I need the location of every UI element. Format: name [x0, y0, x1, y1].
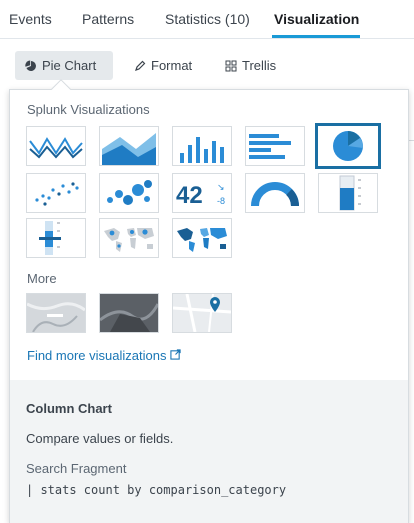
radial-gauge-icon [251, 182, 299, 207]
pie-chart-option[interactable] [315, 123, 381, 169]
filler-gauge-option[interactable] [318, 173, 378, 213]
format-button[interactable]: Format [124, 51, 202, 80]
pie-chart-icon [333, 131, 364, 161]
pie-chart-icon [25, 60, 37, 72]
radial-gauge-option[interactable] [245, 173, 305, 213]
splunk-visualizations-heading: Splunk Visualizations [27, 102, 150, 117]
cluster-map-icon [104, 228, 154, 252]
grid-icon [225, 60, 237, 72]
visualization-picker: Splunk Visualizations 42 ↘ -8 More Find … [9, 89, 409, 523]
format-button-label: Format [151, 58, 193, 73]
filler-gauge-icon [339, 175, 361, 211]
column-chart-icon [180, 137, 224, 163]
single-value-number: 42 [176, 182, 203, 209]
tab-patterns[interactable]: Patterns [82, 11, 134, 27]
scatter-chart-icon [35, 182, 79, 206]
external-link-icon [170, 348, 182, 363]
bar-chart-option[interactable] [245, 126, 305, 166]
line-chart-icon [29, 137, 83, 159]
location-map-icon [173, 294, 231, 332]
custom-viz-2-icon [100, 294, 158, 332]
bubble-chart-option[interactable] [99, 173, 159, 213]
trellis-button-label: Trellis [242, 58, 277, 73]
area-chart-option[interactable] [99, 126, 159, 166]
column-chart-option[interactable] [172, 126, 232, 166]
marker-gauge-option[interactable] [26, 218, 86, 258]
custom-viz-1-option[interactable] [26, 293, 86, 333]
pencil-icon [134, 60, 146, 72]
tab-statistics[interactable]: Statistics (10) [165, 11, 250, 27]
area-chart-icon [102, 133, 156, 165]
search-fragment: | stats count by comparison_category [26, 483, 287, 497]
custom-viz-1-icon [27, 294, 85, 332]
description-text: Compare values or fields. [26, 431, 174, 446]
description-title: Column Chart [26, 401, 112, 416]
divider [409, 140, 414, 141]
single-value-option[interactable]: 42 ↘ -8 [172, 173, 232, 213]
bubble-chart-icon [107, 180, 152, 205]
active-tab-indicator [272, 35, 360, 38]
marker-gauge-icon [39, 221, 61, 255]
cluster-map-option[interactable] [99, 218, 159, 258]
bar-chart-icon [249, 134, 291, 159]
find-more-label: Find more visualizations [27, 348, 167, 363]
custom-viz-2-option[interactable] [99, 293, 159, 333]
choropleth-map-icon [177, 228, 227, 252]
arrow-icon: ↘ [217, 182, 225, 192]
location-map-option[interactable] [172, 293, 232, 333]
search-fragment-label: Search Fragment [26, 461, 127, 476]
tab-bar: Events Patterns Statistics (10) Visualiz… [0, 0, 414, 39]
more-heading: More [27, 271, 57, 286]
choropleth-map-option[interactable] [172, 218, 232, 258]
single-value-delta: -8 [217, 196, 225, 206]
trellis-button[interactable]: Trellis [215, 51, 286, 80]
line-chart-option[interactable] [26, 126, 86, 166]
tab-visualization[interactable]: Visualization [274, 11, 359, 27]
pie-chart-button-label: Pie Chart [42, 58, 97, 73]
visualization-description: Column Chart Compare values or fields. S… [10, 380, 408, 523]
scatter-chart-option[interactable] [26, 173, 86, 213]
single-value-icon: 42 ↘ -8 [176, 182, 225, 209]
tab-events[interactable]: Events [9, 11, 52, 27]
pie-chart-button[interactable]: Pie Chart [15, 51, 113, 80]
find-more-visualizations-link[interactable]: Find more visualizations [27, 348, 182, 363]
